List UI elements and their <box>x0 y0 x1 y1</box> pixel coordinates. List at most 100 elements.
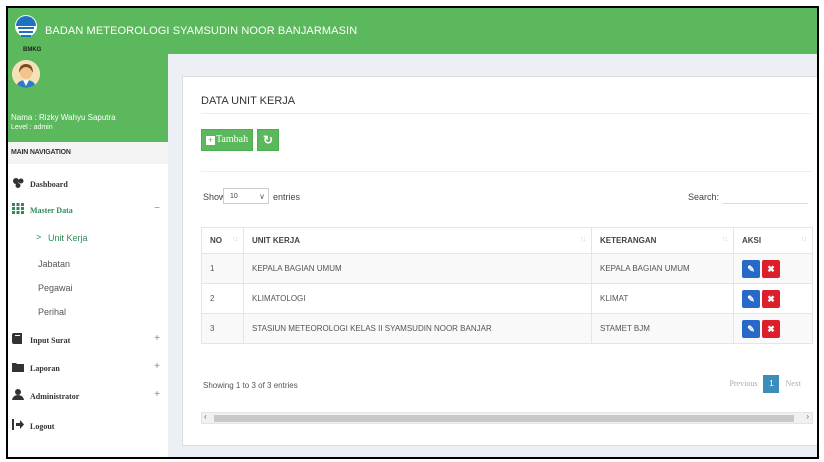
unit-kerja-table: NO ↑↓ UNIT KERJA ↑↓ KETERANGAN ↑↓ AKSI ↑↓ 1 … <box>201 227 813 344</box>
divider <box>201 113 811 114</box>
sort-icon: ↑↓ <box>722 236 728 243</box>
user-panel: Nama : Rizky Wahyu Saputra Level : admin <box>8 54 168 142</box>
search-label: Search: <box>688 192 720 202</box>
col-aksi[interactable]: AKSI ↑↓ <box>733 227 813 254</box>
nav-master-data[interactable]: Master Data − <box>8 198 168 222</box>
logout-icon <box>12 419 24 430</box>
table-header-row: NO ↑↓ UNIT KERJA ↑↓ KETERANGAN ↑↓ AKSI ↑↓ <box>201 227 813 254</box>
table-row: 2 KLIMATOLOGI KLIMAT ✎ ✖ <box>201 283 813 314</box>
col-no[interactable]: NO ↑↓ <box>201 227 244 254</box>
sort-icon: ↑↓ <box>232 236 238 243</box>
cell-unit: STASIUN METEOROLOGI KELAS II SYAMSUDIN N… <box>243 313 592 344</box>
table-info: Showing 1 to 3 of 3 entries <box>203 381 298 390</box>
cell-no: 1 <box>201 253 244 284</box>
refresh-icon: ↻ <box>262 133 274 147</box>
sub-item-label: Perihal <box>38 307 67 317</box>
page-title: DATA UNIT KERJA <box>201 95 296 107</box>
cell-unit: KEPALA BAGIAN UMUM <box>243 253 592 284</box>
nav-input-surat[interactable]: Input Surat + <box>8 328 168 352</box>
grid-icon <box>12 203 24 214</box>
bmkg-logo: BMKG <box>14 14 42 53</box>
book-icon <box>12 333 24 344</box>
nav-logout[interactable]: Logout <box>8 414 168 438</box>
sidebar-item-perihal[interactable]: Perihal <box>8 302 168 324</box>
refresh-button[interactable]: ↻ <box>257 129 279 151</box>
cell-no: 2 <box>201 283 244 314</box>
logo-text: BMKG <box>23 47 42 53</box>
app-window: BMKG BADAN METEOROLOGI SYAMSUDIN NOOR BA… <box>6 6 819 459</box>
sub-item-label: Pegawai <box>38 283 73 293</box>
previous-button[interactable]: Previous <box>723 375 763 393</box>
nav-logout-label: Logout <box>30 422 55 431</box>
entries-select-value: 10 <box>230 193 238 200</box>
cell-keterangan: STAMET BJM <box>591 313 734 344</box>
cell-aksi: ✎ ✖ <box>733 253 813 284</box>
nav-header: MAIN NAVIGATION <box>8 142 168 164</box>
unit-kerja-box: DATA UNIT KERJA + Tambah ↻ Show 10 ∨ entr… <box>182 76 817 446</box>
col-unit-label: UNIT KERJA <box>252 236 301 245</box>
scrollbar-thumb[interactable] <box>214 415 794 422</box>
dashboard-icon <box>12 177 24 188</box>
cell-aksi: ✎ ✖ <box>733 283 813 314</box>
cell-no: 3 <box>201 313 244 344</box>
edit-button[interactable]: ✎ <box>742 289 760 308</box>
nav-master-data-label: Master Data <box>30 206 73 215</box>
sidebar-item-unit-kerja[interactable]: > Unit Kerja <box>8 228 168 250</box>
add-button[interactable]: + Tambah <box>201 129 253 151</box>
cell-keterangan: KLIMAT <box>591 283 734 314</box>
nav-administrator-label: Administrator <box>30 392 80 401</box>
nav-laporan[interactable]: Laporan + <box>8 356 168 380</box>
entries-select[interactable]: 10 ∨ <box>223 188 269 204</box>
page-current[interactable]: 1 <box>763 375 780 393</box>
cell-aksi: ✎ ✖ <box>733 313 813 344</box>
next-button[interactable]: Next <box>779 375 807 393</box>
delete-button[interactable]: ✖ <box>762 319 780 338</box>
nav-laporan-label: Laporan <box>30 364 60 373</box>
add-button-label: Tambah <box>216 134 249 145</box>
sidebar: Nama : Rizky Wahyu Saputra Level : admin… <box>8 54 168 457</box>
user-icon <box>12 389 24 400</box>
chevron-right-icon: > <box>36 232 42 242</box>
pagination: Previous 1 Next <box>723 375 807 393</box>
expand-toggle[interactable]: + <box>154 389 160 400</box>
col-keterangan[interactable]: KETERANGAN ↑↓ <box>591 227 734 254</box>
user-name: Nama : Rizky Wahyu Saputra <box>11 113 116 122</box>
folder-icon <box>12 361 24 372</box>
delete-button[interactable]: ✖ <box>762 289 780 308</box>
nav-administrator[interactable]: Administrator + <box>8 384 168 408</box>
horizontal-scrollbar[interactable]: ‹ › <box>201 412 813 424</box>
entries-label: entries <box>273 192 301 202</box>
nav-dashboard-label: Dashboard <box>30 180 68 189</box>
nav-dashboard[interactable]: Dashboard <box>8 172 168 196</box>
search-input[interactable] <box>722 186 808 204</box>
delete-button[interactable]: ✖ <box>762 259 780 278</box>
expand-toggle[interactable]: + <box>154 333 160 344</box>
sort-icon: ↑↓ <box>580 236 586 243</box>
app-title[interactable]: BADAN METEOROLOGI SYAMSUDIN NOOR BANJARM… <box>45 25 357 37</box>
sort-icon: ↑↓ <box>801 236 807 243</box>
cell-unit: KLIMATOLOGI <box>243 283 592 314</box>
col-unit-kerja[interactable]: UNIT KERJA ↑↓ <box>243 227 592 254</box>
scroll-left-icon[interactable]: ‹ <box>204 412 207 421</box>
scroll-right-icon[interactable]: › <box>806 412 809 421</box>
edit-button[interactable]: ✎ <box>742 319 760 338</box>
divider <box>201 171 811 172</box>
sub-item-label: Jabatan <box>38 259 71 269</box>
table-row: 3 STASIUN METEOROLOGI KELAS II SYAMSUDIN… <box>201 313 813 344</box>
collapse-toggle[interactable]: − <box>154 203 160 214</box>
sidebar-item-jabatan[interactable]: Jabatan <box>8 254 168 276</box>
top-header: BMKG BADAN METEOROLOGI SYAMSUDIN NOOR BA… <box>8 8 817 54</box>
chevron-down-icon: ∨ <box>259 192 265 201</box>
table-row: 1 KEPALA BAGIAN UMUM KEPALA BAGIAN UMUM … <box>201 253 813 284</box>
sub-item-label: Unit Kerja <box>48 233 88 243</box>
sidebar-item-pegawai[interactable]: Pegawai <box>8 278 168 300</box>
expand-toggle[interactable]: + <box>154 361 160 372</box>
col-ket-label: KETERANGAN <box>600 236 657 245</box>
plus-icon: + <box>206 135 215 145</box>
user-level: Level : admin <box>11 124 53 131</box>
avatar <box>12 60 40 88</box>
nav-input-surat-label: Input Surat <box>30 336 71 345</box>
col-aksi-label: AKSI <box>742 236 762 245</box>
edit-button[interactable]: ✎ <box>742 259 760 278</box>
cell-keterangan: KEPALA BAGIAN UMUM <box>591 253 734 284</box>
